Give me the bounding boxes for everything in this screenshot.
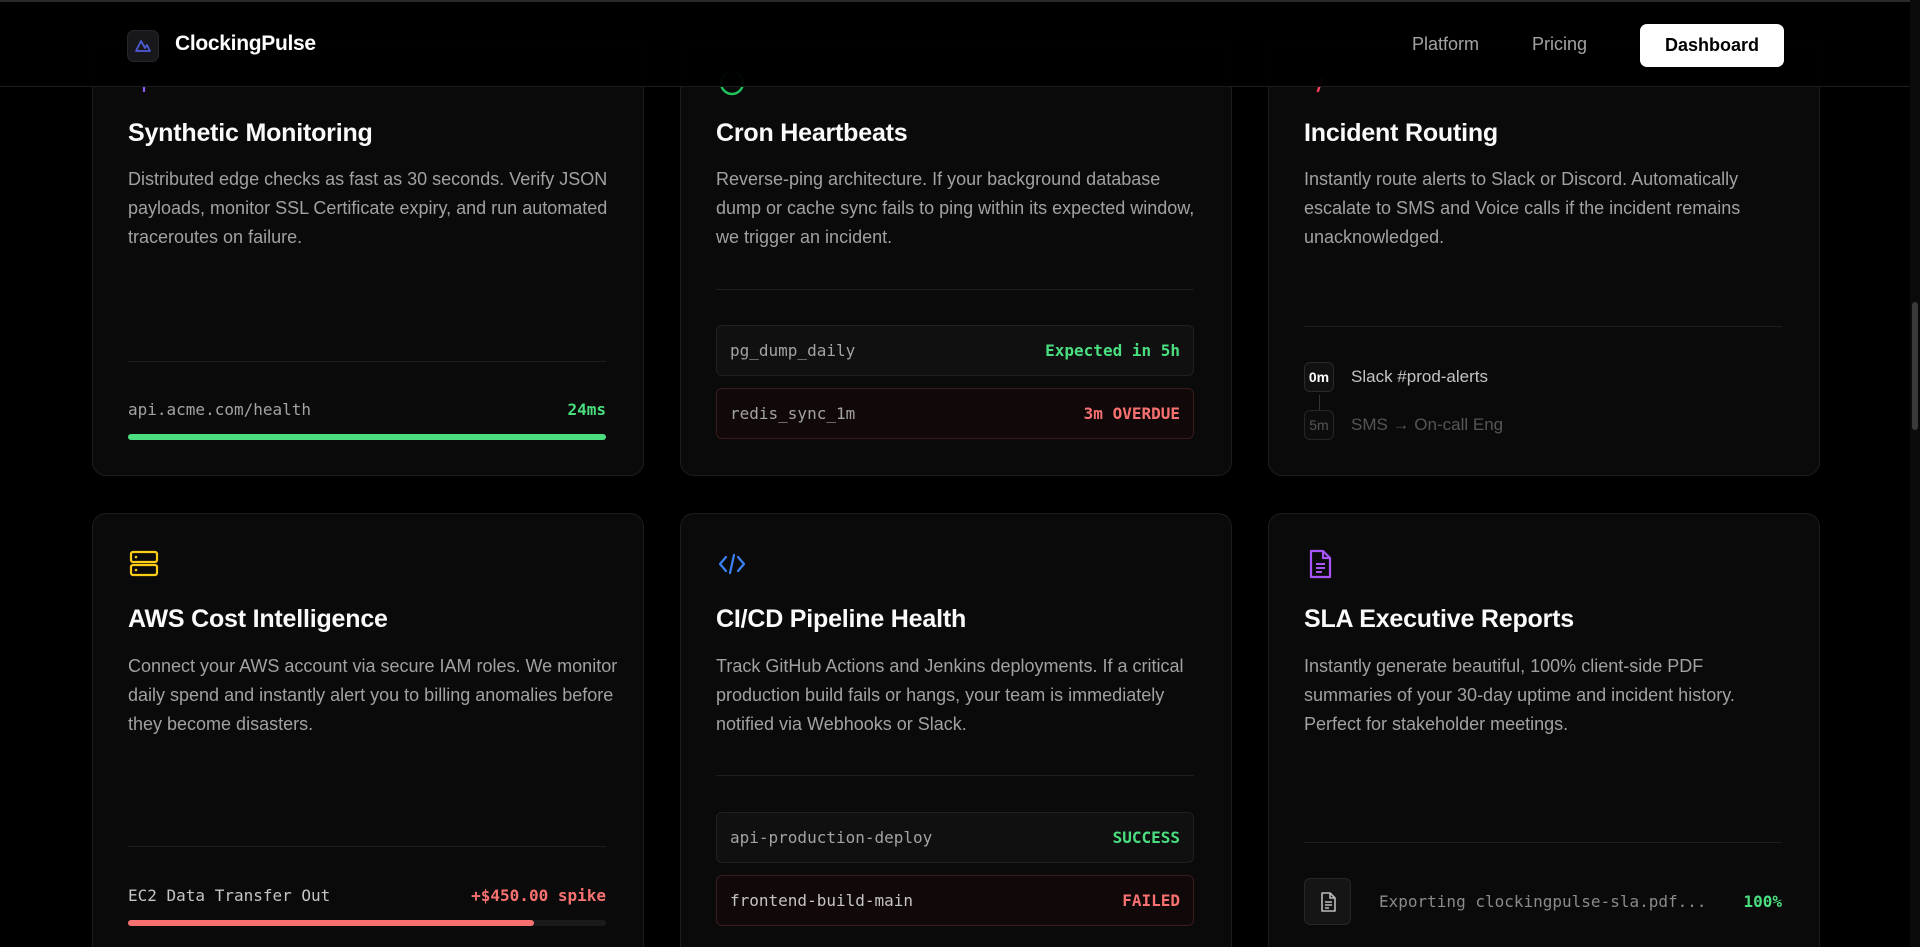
route-target: Slack #prod-alerts: [1351, 367, 1489, 386]
card-divider: [1304, 842, 1782, 843]
scrollbar-thumb[interactable]: [1912, 302, 1918, 430]
card-description: Connect your AWS account via secure IAM …: [128, 656, 618, 734]
card-description: Track GitHub Actions and Jenkins deploym…: [716, 656, 1184, 734]
card-sla-reports: SLA Executive Reports Instantly generate…: [1268, 513, 1820, 947]
job-name: redis_sync_1m: [730, 404, 856, 423]
card-title: Incident Routing: [1304, 119, 1498, 147]
export-percent: 100%: [1743, 892, 1782, 911]
job-status: 3m OVERDUE: [1083, 404, 1180, 423]
brand-name[interactable]: ClockingPulse: [175, 32, 316, 56]
cost-progress-fill: [128, 920, 535, 926]
card-title: Synthetic Monitoring: [128, 119, 373, 147]
top-navbar: ClockingPulse Platform Pricing Dashboard: [0, 0, 1910, 87]
card-description: Reverse-ping architecture. If your backg…: [716, 169, 1195, 247]
cost-metric-label: EC2 Data Transfer Out: [128, 886, 331, 905]
job-status: Expected in 5h: [1045, 341, 1180, 360]
page-scrollbar[interactable]: [1910, 0, 1920, 947]
cost-metric-row: EC2 Data Transfer Out +$450.00 spike: [128, 886, 606, 905]
code-brackets-icon: [716, 548, 748, 580]
server-stack-icon: [128, 548, 160, 580]
card-divider: [1304, 326, 1782, 327]
card-title: SLA Executive Reports: [1304, 605, 1574, 633]
card-title: CI/CD Pipeline Health: [716, 605, 967, 633]
cost-progress-bar: [128, 920, 606, 926]
pipeline-status: SUCCESS: [1112, 828, 1180, 847]
route-time-badge: 0m: [1304, 362, 1334, 392]
cron-job-row[interactable]: redis_sync_1m 3m OVERDUE: [716, 388, 1194, 439]
document-icon: [1304, 878, 1351, 925]
card-description: Instantly route alerts to Slack or Disco…: [1304, 169, 1741, 247]
endpoint-row: api.acme.com/health 24ms: [128, 400, 606, 419]
nav-link-platform[interactable]: Platform: [1412, 34, 1479, 55]
nav-link-pricing[interactable]: Pricing: [1532, 34, 1587, 55]
card-cron-heartbeats: Cron Heartbeats Reverse-ping architectur…: [680, 40, 1232, 476]
card-title: AWS Cost Intelligence: [128, 605, 388, 633]
pipeline-row[interactable]: api-production-deploy SUCCESS: [716, 812, 1194, 863]
card-title: Cron Heartbeats: [716, 119, 908, 147]
pipeline-name: frontend-build-main: [730, 891, 914, 910]
route-step: 5m SMS → On-call Eng: [1304, 410, 1503, 440]
card-description: Distributed edge checks as fast as 30 se…: [128, 169, 608, 247]
card-incident-routing: Incident Routing Instantly route alerts …: [1268, 40, 1820, 476]
card-cicd-health: CI/CD Pipeline Health Track GitHub Actio…: [680, 513, 1232, 947]
latency-value: 24ms: [567, 400, 606, 419]
card-divider: [716, 289, 1194, 290]
document-icon: [1304, 548, 1336, 580]
export-status-row: Exporting clockingpulse-sla.pdf... 100%: [1304, 878, 1782, 925]
export-filename: Exporting clockingpulse-sla.pdf...: [1379, 892, 1707, 911]
cost-spike-value: +$450.00 spike: [471, 886, 606, 905]
dashboard-button[interactable]: Dashboard: [1640, 24, 1784, 67]
pulse-logo-icon[interactable]: [127, 30, 159, 62]
card-synthetic-monitoring: Synthetic Monitoring Distributed edge ch…: [92, 40, 644, 476]
latency-progress-fill: [128, 434, 606, 440]
card-divider: [716, 775, 1194, 776]
pipeline-name: api-production-deploy: [730, 828, 933, 847]
latency-progress-bar: [128, 434, 606, 440]
route-time-badge: 5m: [1304, 410, 1334, 440]
route-target: SMS → On-call Eng: [1351, 415, 1504, 434]
route-step: 0m Slack #prod-alerts: [1304, 362, 1488, 392]
card-description: Instantly generate beautiful, 100% clien…: [1304, 656, 1735, 734]
job-name: pg_dump_daily: [730, 341, 856, 360]
pipeline-status: FAILED: [1122, 891, 1180, 910]
card-divider: [128, 846, 606, 847]
pipeline-row[interactable]: frontend-build-main FAILED: [716, 875, 1194, 926]
cron-job-row[interactable]: pg_dump_daily Expected in 5h: [716, 325, 1194, 376]
endpoint-label: api.acme.com/health: [128, 400, 312, 419]
card-divider: [128, 361, 606, 362]
card-aws-cost: AWS Cost Intelligence Connect your AWS a…: [92, 513, 644, 947]
